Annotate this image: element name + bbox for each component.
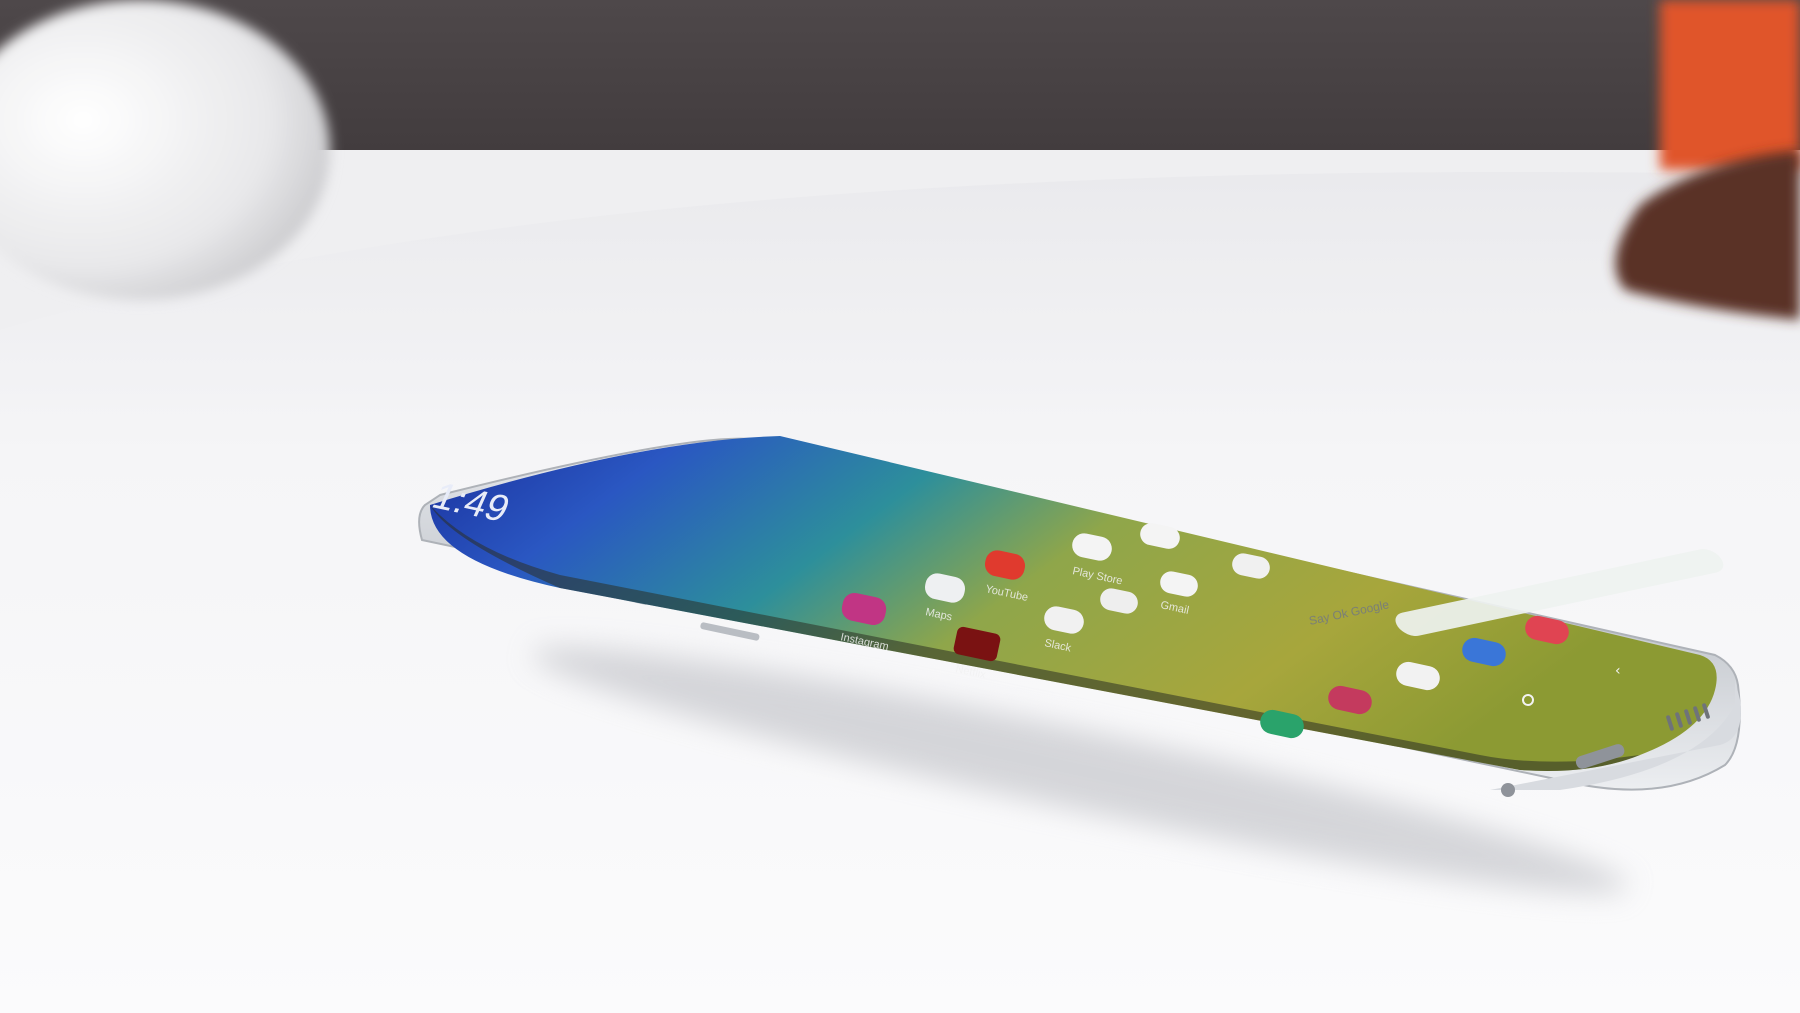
headphone-jack [1501, 783, 1515, 797]
photo-scene: 1:49 Instagram Maps YouTube Play Store S… [0, 0, 1800, 1013]
nav-back-icon[interactable]: ‹ [1615, 663, 1621, 679]
orange-object [1660, 0, 1800, 170]
